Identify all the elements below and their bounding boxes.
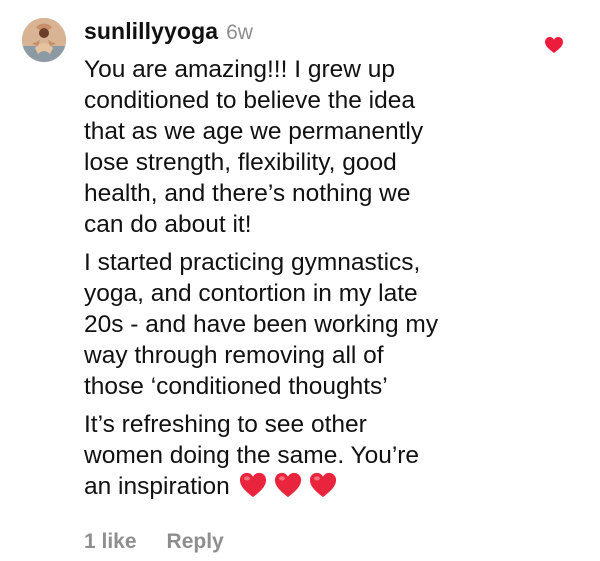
timestamp: 6w — [226, 21, 253, 44]
comment-paragraph-1: You are amazing!!! I grew up conditioned… — [84, 56, 424, 238]
username[interactable]: sunlillyyoga — [84, 18, 218, 45]
heart-filled-icon[interactable] — [544, 36, 564, 54]
likes-count[interactable]: 1 like — [84, 530, 137, 554]
reply-button[interactable]: Reply — [167, 530, 224, 554]
comment-header: sunlillyyoga 6w — [84, 18, 524, 52]
red-heart-emoji-icon — [239, 472, 266, 498]
red-heart-emoji-icon — [274, 472, 301, 498]
comment-paragraph-2: I started practicing gymnastics, yoga, a… — [84, 249, 439, 400]
comment-body: sunlillyyoga 6w You are amazing!!! I gre… — [84, 18, 524, 509]
avatar[interactable] — [22, 18, 66, 62]
red-heart-emoji-icon — [309, 472, 336, 498]
comment-paragraph-3: It’s refreshing to see other women doing… — [84, 409, 524, 502]
comment-footer: 1 like Reply — [84, 530, 224, 554]
heart-emojis — [238, 471, 338, 499]
comment: sunlillyyoga 6w You are amazing!!! I gre… — [0, 0, 600, 561]
avatar-image — [22, 18, 66, 62]
